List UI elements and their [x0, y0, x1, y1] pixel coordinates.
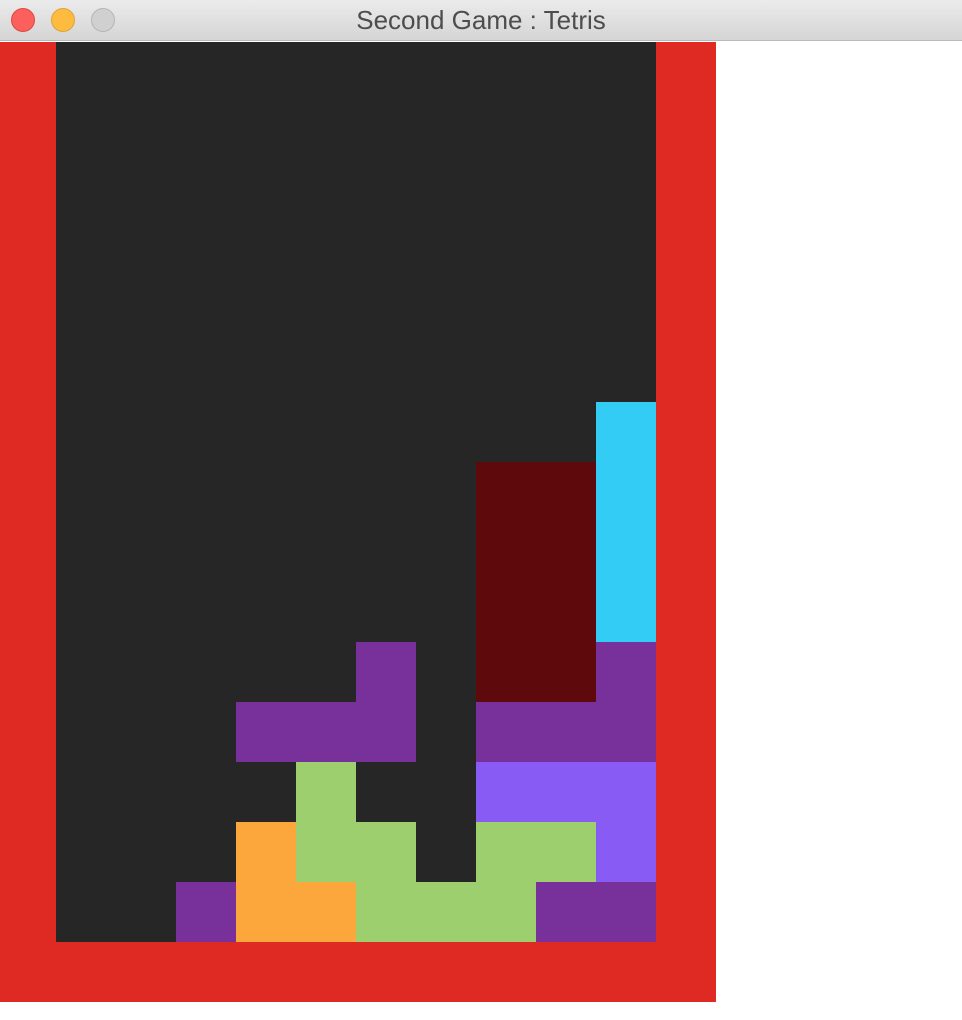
tetris-board[interactable] — [56, 42, 656, 942]
block-cell-i — [596, 462, 656, 522]
block-cell-s — [476, 822, 536, 882]
block-cell-o — [536, 522, 596, 582]
block-cell-t — [176, 882, 236, 942]
block-cell-t — [356, 642, 416, 702]
block-cell-z — [596, 822, 656, 882]
block-cell-t — [296, 702, 356, 762]
block-cell-s — [416, 882, 476, 942]
block-cell-i — [596, 522, 656, 582]
block-cell-t — [356, 702, 416, 762]
block-cell-o — [476, 642, 536, 702]
block-cell-t — [476, 702, 536, 762]
block-cell-s — [356, 822, 416, 882]
block-cell-o — [476, 522, 536, 582]
block-cell-i — [596, 402, 656, 462]
block-cell-z — [596, 762, 656, 822]
window-titlebar: Second Game : Tetris — [0, 0, 962, 41]
block-cell-t — [236, 702, 296, 762]
block-cell-l — [236, 822, 296, 882]
game-frame — [0, 42, 716, 1002]
block-cell-s — [536, 822, 596, 882]
block-cell-z — [476, 762, 536, 822]
block-cell-l — [236, 882, 296, 942]
block-cell-s — [476, 882, 536, 942]
block-cell-o — [476, 582, 536, 642]
block-cell-t — [536, 882, 596, 942]
block-cell-t — [596, 642, 656, 702]
block-cell-s — [356, 882, 416, 942]
block-cell-t — [596, 882, 656, 942]
block-cell-o — [536, 582, 596, 642]
block-cell-s — [296, 822, 356, 882]
window-title: Second Game : Tetris — [356, 5, 606, 35]
block-cell-l — [296, 882, 356, 942]
block-cell-z — [536, 762, 596, 822]
block-cell-o — [536, 462, 596, 522]
block-cell-t — [536, 702, 596, 762]
block-cell-o — [536, 642, 596, 702]
block-cell-i — [596, 582, 656, 642]
block-cell-t — [596, 702, 656, 762]
block-cell-s — [296, 762, 356, 822]
block-cell-o — [476, 462, 536, 522]
